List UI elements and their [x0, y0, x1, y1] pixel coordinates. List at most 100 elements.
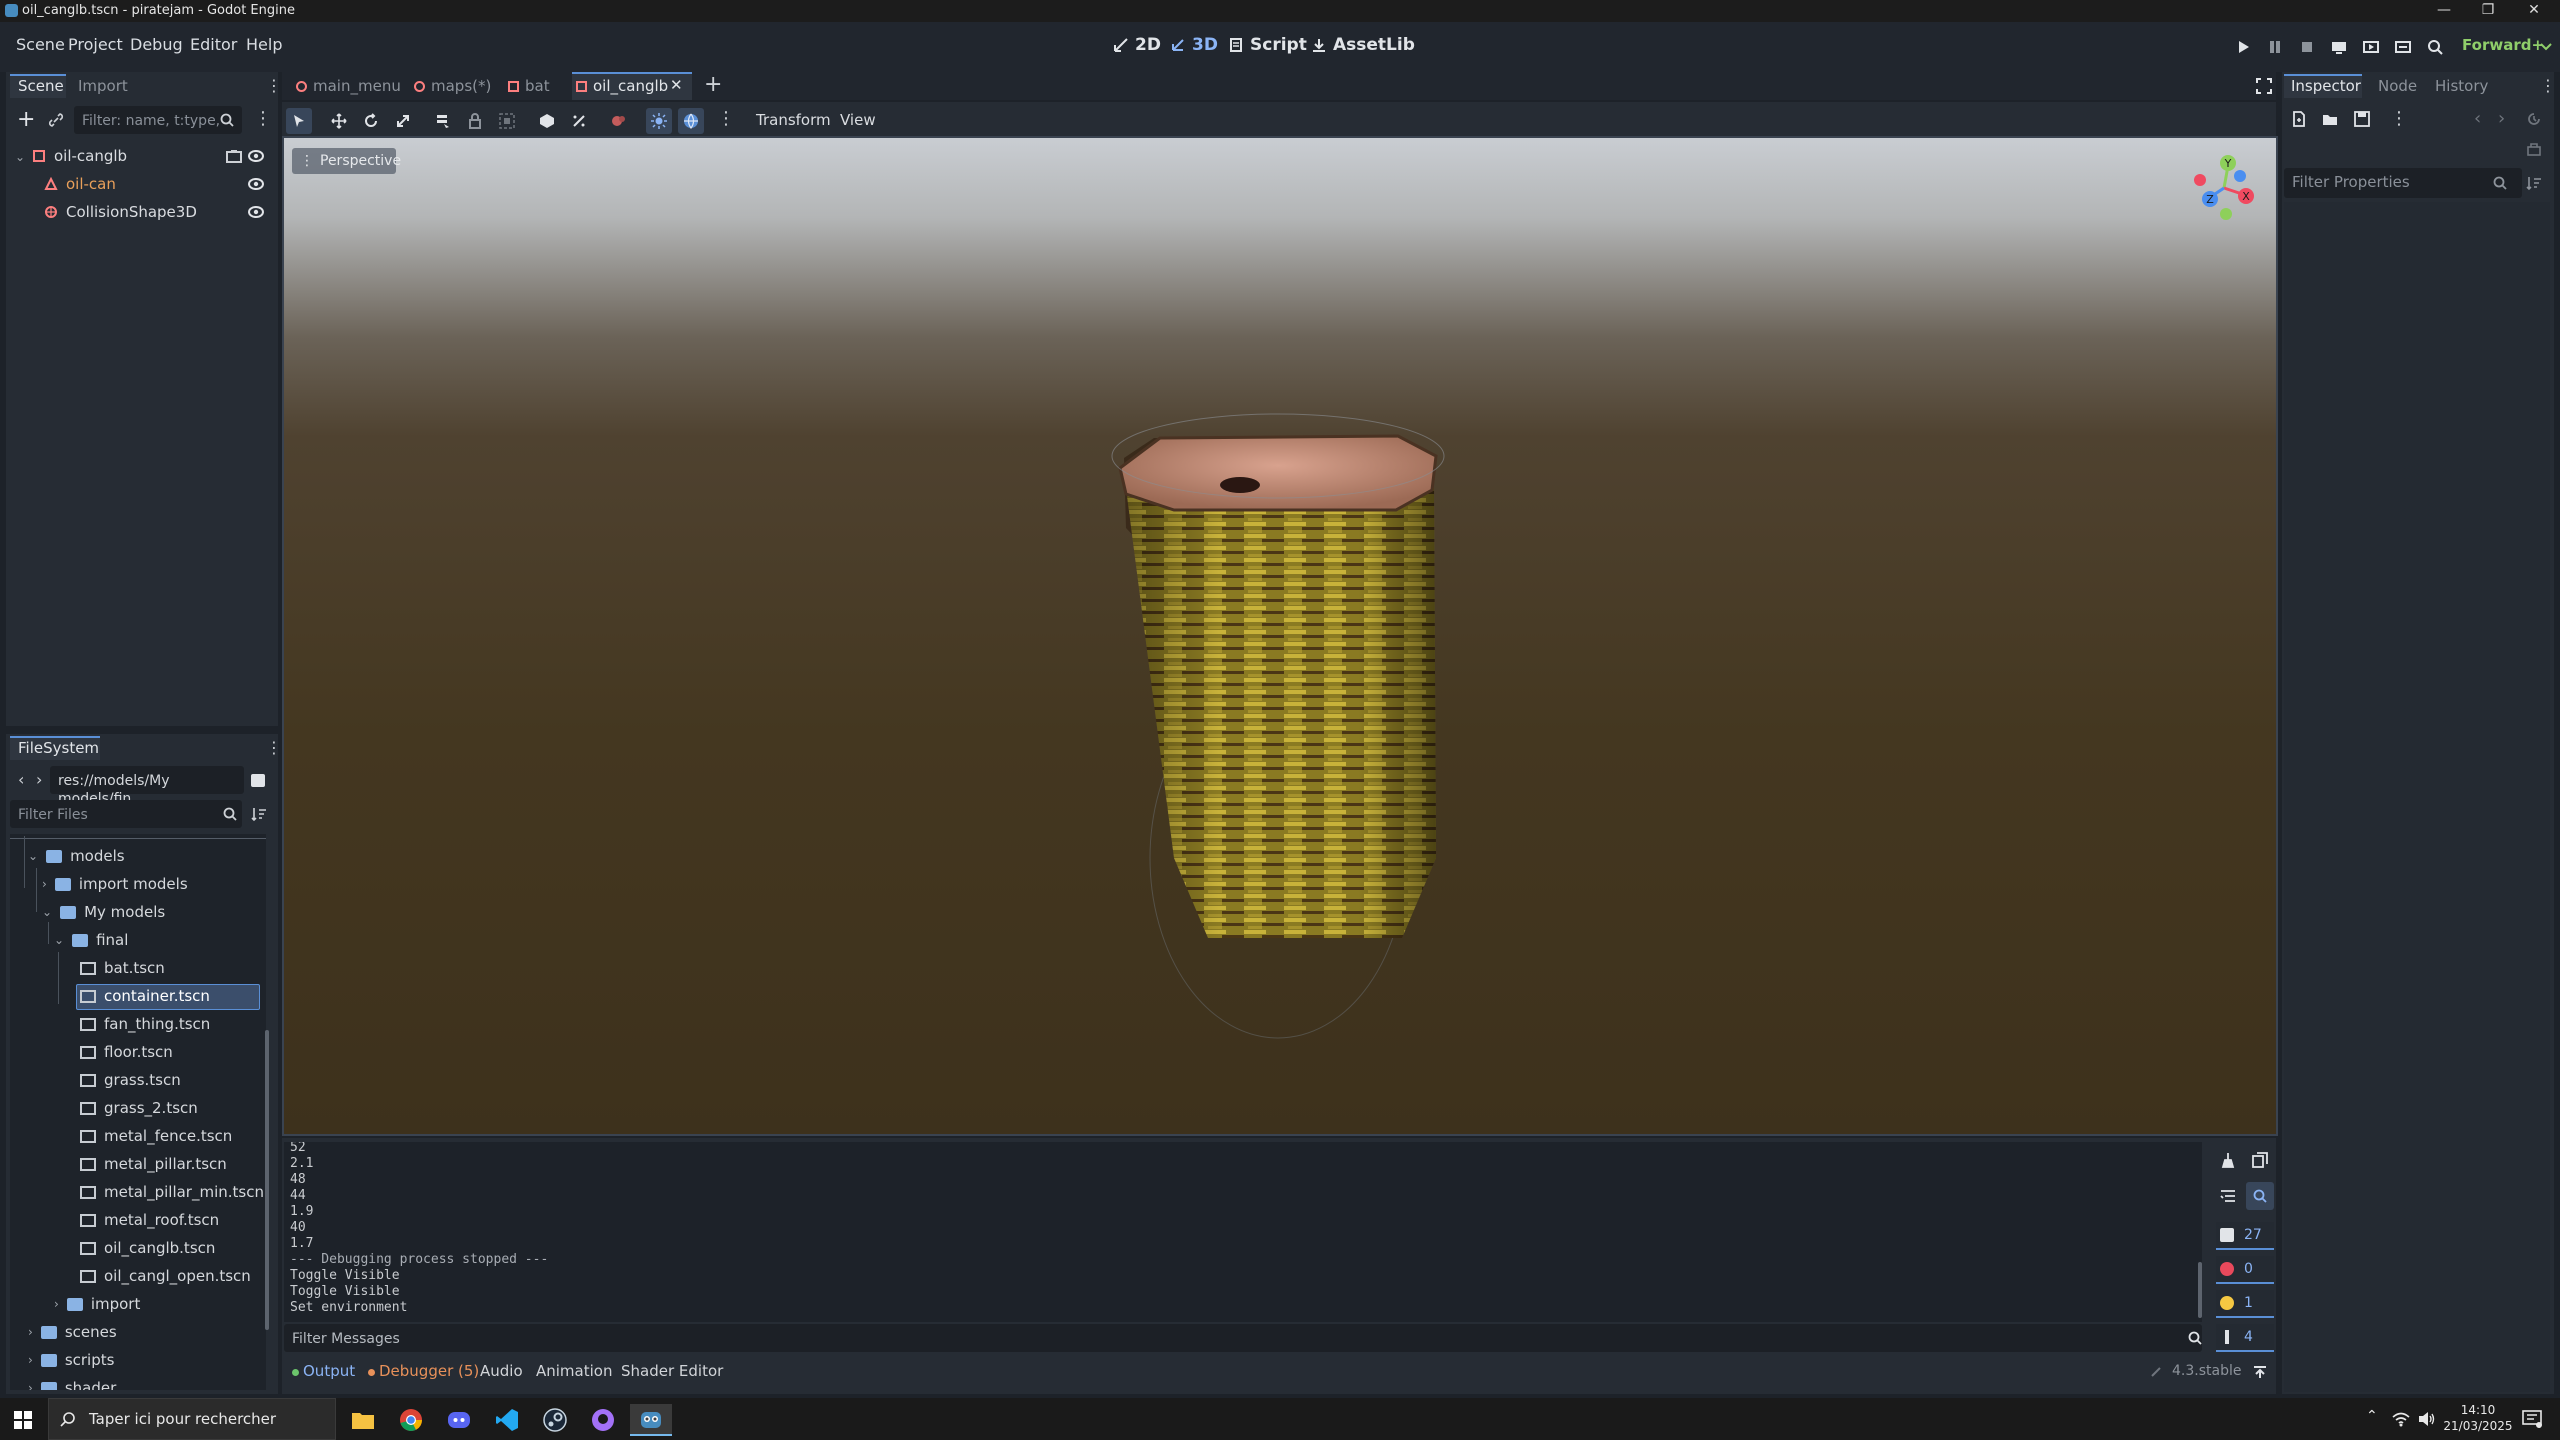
preview-menu-icon[interactable]: ⋮: [717, 108, 735, 129]
fs-file-metal-pillar-min[interactable]: metal_pillar_min.tscn: [80, 1183, 264, 1201]
discord-taskbar-button[interactable]: [438, 1404, 480, 1436]
tab-history[interactable]: History: [2435, 77, 2488, 95]
perspective-menu-button[interactable]: ⋮ Perspective: [292, 148, 401, 174]
filesystem-path-input[interactable]: res://models/My models/fin: [50, 766, 244, 807]
fs-folder-import-models[interactable]: › import models: [42, 875, 188, 893]
history-forward-icon[interactable]: ›: [2498, 108, 2505, 129]
sort-icon[interactable]: [251, 806, 267, 822]
collapse-output-button[interactable]: [2214, 1182, 2242, 1210]
scene-filter-menu-icon[interactable]: ⋮: [254, 108, 272, 129]
new-resource-icon[interactable]: [2291, 111, 2307, 127]
tab-audio[interactable]: Audio: [480, 1362, 523, 1380]
environment-preview-button[interactable]: [678, 108, 704, 134]
scene-filter-input[interactable]: Filter: name, t:type,: [74, 106, 242, 134]
transform-menu[interactable]: Transform: [756, 111, 831, 129]
taskbar-search-box[interactable]: Taper ici pour rechercher: [48, 1398, 336, 1440]
chrome-taskbar-button[interactable]: [390, 1404, 432, 1436]
mode-3d-button[interactable]: 3D: [1170, 35, 1218, 55]
filesystem-filter-input[interactable]: Filter Files: [10, 800, 242, 828]
list-tool-button[interactable]: [430, 108, 456, 134]
movie-maker-button[interactable]: [2422, 34, 2448, 60]
assetlib-mode-button[interactable]: AssetLib: [1311, 35, 1415, 55]
fs-file-metal-roof[interactable]: metal_roof.tscn: [80, 1211, 219, 1229]
stop-button[interactable]: [2294, 34, 2320, 60]
tab-output[interactable]: Output: [303, 1362, 355, 1380]
save-resource-icon[interactable]: [2354, 111, 2370, 127]
run-current-scene-button[interactable]: [2358, 34, 2384, 60]
resource-menu-icon[interactable]: ⋮: [2390, 108, 2408, 129]
fs-file-grass[interactable]: grass.tscn: [80, 1071, 181, 1089]
expand-arrow[interactable]: ⌄: [54, 933, 64, 947]
steam-taskbar-button[interactable]: [534, 1404, 576, 1436]
rotate-tool-button[interactable]: [358, 108, 384, 134]
inspector-menu-icon[interactable]: ⋮: [2540, 76, 2556, 95]
expand-arrow[interactable]: ›: [28, 1381, 33, 1390]
fs-folder-my-models[interactable]: ⌄ My models: [42, 903, 165, 921]
menu-scene[interactable]: Scene: [16, 35, 65, 54]
tab-animation[interactable]: Animation: [536, 1362, 612, 1380]
scene-dock-menu-icon[interactable]: ⋮: [266, 76, 282, 95]
distraction-free-icon[interactable]: [2256, 78, 2272, 94]
scene-instance-icon[interactable]: [226, 149, 242, 163]
scale-tool-button[interactable]: [390, 108, 416, 134]
filter-errors-toggle[interactable]: 0: [2216, 1256, 2274, 1284]
group-button[interactable]: [494, 108, 520, 134]
run-custom-scene-button[interactable]: [2390, 34, 2416, 60]
fs-file-grass-2[interactable]: grass_2.tscn: [80, 1099, 198, 1117]
object-properties-icon[interactable]: [2526, 141, 2542, 157]
sort-properties-icon[interactable]: [2526, 175, 2542, 191]
fs-file-metal-pillar[interactable]: metal_pillar.tscn: [80, 1155, 227, 1173]
fs-file-floor[interactable]: floor.tscn: [80, 1043, 173, 1061]
tab-oil-canglb[interactable]: oil_canglb: [576, 77, 668, 95]
tree-item-collisionshape3d[interactable]: CollisionShape3D: [66, 203, 197, 221]
console-scrollbar[interactable]: [2198, 1262, 2202, 1318]
fs-file-metal-fence[interactable]: metal_fence.tscn: [80, 1127, 232, 1145]
tree-collapse-arrow[interactable]: ⌄: [15, 150, 25, 164]
close-window-button[interactable]: ✕: [2514, 2, 2554, 20]
menu-debug[interactable]: Debug: [130, 35, 183, 54]
filter-properties-input[interactable]: Filter Properties: [2284, 168, 2522, 198]
3d-viewport[interactable]: [284, 138, 2276, 1134]
update-spinner-icon[interactable]: [2150, 1366, 2162, 1378]
nav-back-icon[interactable]: ‹: [18, 770, 24, 789]
fs-folder-scripts[interactable]: › scripts: [28, 1351, 114, 1369]
local-space-button[interactable]: [534, 108, 560, 134]
tab-node[interactable]: Node: [2378, 77, 2417, 95]
gizmo-neg-z[interactable]: [2234, 170, 2246, 182]
particles-button[interactable]: [606, 108, 632, 134]
mode-2d-button[interactable]: 2D: [1113, 35, 1161, 55]
show-hidden-icons-icon[interactable]: ⌃: [2366, 1408, 2378, 1424]
expand-arrow[interactable]: ›: [28, 1353, 33, 1367]
tab-main-menu[interactable]: main_menu: [296, 77, 401, 95]
notifications-icon[interactable]: [2522, 1410, 2542, 1428]
filter-editor-toggle[interactable]: 4: [2216, 1324, 2274, 1352]
visibility-eye-icon[interactable]: [248, 177, 264, 191]
windows-start-icon[interactable]: [14, 1411, 32, 1429]
copy-output-button[interactable]: [2246, 1146, 2274, 1174]
open-resource-icon[interactable]: [2322, 111, 2338, 127]
visibility-eye-icon[interactable]: [248, 149, 264, 163]
volume-icon[interactable]: [2418, 1411, 2436, 1427]
add-node-button[interactable]: +: [17, 109, 35, 131]
fs-file-bat[interactable]: bat.tscn: [80, 959, 165, 977]
tab-shader-editor[interactable]: Shader Editor: [621, 1362, 723, 1380]
fs-folder-shader[interactable]: › shader: [28, 1379, 116, 1390]
filesystem-menu-icon[interactable]: ⋮: [266, 738, 282, 757]
fs-file-fan-thing[interactable]: fan_thing.tscn: [80, 1015, 210, 1033]
minimize-button[interactable]: —: [2424, 2, 2464, 20]
pin-panel-icon[interactable]: [2252, 1364, 2268, 1380]
tab-bat[interactable]: bat: [508, 77, 550, 95]
play-button[interactable]: [2230, 34, 2256, 60]
menu-project[interactable]: Project: [68, 35, 123, 54]
network-icon[interactable]: [2392, 1411, 2410, 1427]
tab-import[interactable]: Import: [78, 77, 128, 95]
github-desktop-taskbar-button[interactable]: [582, 1404, 624, 1436]
taskbar-clock[interactable]: 14:10 21/03/2025: [2442, 1402, 2514, 1434]
clear-output-button[interactable]: [2214, 1146, 2242, 1174]
recent-history-icon[interactable]: [2526, 111, 2542, 127]
maximize-button[interactable]: ❐: [2468, 2, 2508, 20]
history-back-icon[interactable]: ‹: [2474, 108, 2481, 129]
script-mode-button[interactable]: Script: [1228, 35, 1307, 55]
lock-button[interactable]: [462, 108, 488, 134]
filter-messages-input[interactable]: Filter Messages: [284, 1324, 2202, 1352]
